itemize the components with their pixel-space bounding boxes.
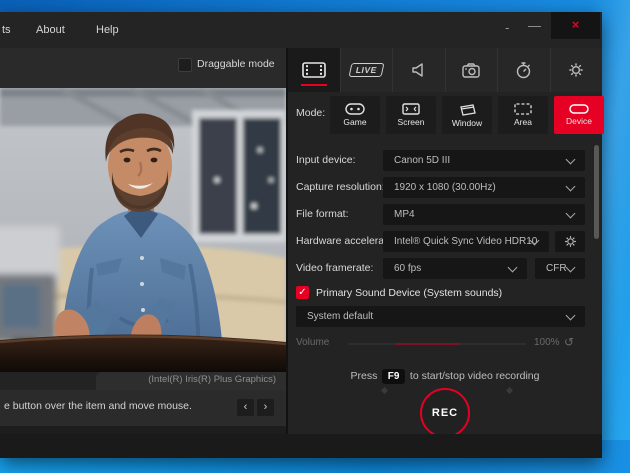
chevron-down-icon	[565, 262, 576, 273]
sound-device-select[interactable]: System default	[296, 306, 585, 327]
instruction-bar: e button over the item and move mouse. ‹…	[0, 390, 286, 426]
capture-resolution-value: 1920 x 1080 (30.00Hz)	[394, 182, 496, 193]
hint-press: Press	[350, 370, 378, 382]
close-icon[interactable]: ×	[551, 12, 600, 39]
volume-label: Volume	[296, 337, 330, 348]
mode-row: Mode: Game Screen Window Area Device	[288, 92, 604, 136]
tab-audio[interactable]	[393, 48, 446, 92]
window-footer	[0, 434, 602, 458]
tab-live[interactable]: LIVE	[341, 48, 393, 92]
tab-screenshot[interactable]	[446, 48, 498, 92]
input-device-value: Canon 5D III	[394, 155, 451, 166]
menu-item-help[interactable]: Help	[96, 12, 119, 48]
file-format-label: File format:	[296, 208, 349, 220]
volume-value: 100%	[534, 337, 560, 348]
volume-row: Volume 100% ↺	[296, 334, 585, 354]
preview-scene	[0, 88, 286, 372]
tab-timer[interactable]	[498, 48, 551, 92]
active-tab-underline	[301, 84, 327, 86]
gpu-info-tab: (Intel(R) Iris(R) Plus Graphics)	[96, 372, 286, 390]
rec-left-marker	[380, 386, 389, 395]
chevron-down-icon	[565, 310, 576, 321]
film-icon	[301, 62, 326, 78]
mode-screen-button[interactable]: Screen	[386, 96, 436, 134]
live-icon: LIVE	[348, 63, 385, 77]
draggable-mode-checkbox[interactable]	[178, 58, 192, 72]
input-device-select[interactable]: Canon 5D III	[383, 150, 585, 171]
file-format-value: MP4	[394, 209, 415, 220]
sound-device-value: System default	[307, 311, 374, 322]
app-window: ts About Help - — × Draggable mode (Inte…	[0, 12, 604, 458]
hint-rest: to start/stop video recording	[409, 370, 540, 382]
hardware-acceleration-settings-button[interactable]	[555, 231, 585, 252]
scrollbar-thumb[interactable]	[594, 145, 599, 239]
desktop: { "titlebar": { "menu_fragment": "ts", "…	[0, 0, 630, 473]
capture-resolution-select[interactable]: 1920 x 1080 (30.00Hz)	[383, 177, 585, 198]
mode-screen-label: Screen	[397, 117, 425, 127]
tray-minimize-icon[interactable]: -	[505, 20, 509, 35]
hardware-acceleration-value: Intel® Quick Sync Video HDR10	[394, 236, 538, 247]
screen-icon	[402, 103, 420, 115]
record-hint: Press F9 to start/stop video recording	[288, 366, 602, 384]
chevron-down-icon	[565, 208, 576, 219]
preview-panel: Draggable mode (Intel(R) Iris(R) Plus Gr…	[0, 48, 286, 458]
next-arrow-icon[interactable]: ›	[257, 399, 274, 416]
primary-sound-label: Primary Sound Device (System sounds)	[316, 287, 503, 299]
hardware-acceleration-select[interactable]: Intel® Quick Sync Video HDR10	[383, 231, 549, 252]
mode-area-label: Area	[514, 117, 532, 127]
prev-arrow-icon[interactable]: ‹	[237, 399, 254, 416]
mode-device-button[interactable]: Device	[554, 96, 604, 134]
input-device-label: Input device:	[296, 154, 356, 166]
stopwatch-icon	[517, 61, 531, 78]
draggable-mode-label: Draggable mode	[197, 58, 275, 70]
mode-label: Mode:	[296, 107, 326, 119]
file-format-select[interactable]: MP4	[383, 204, 585, 225]
capture-resolution-label: Capture resolution:	[296, 181, 385, 193]
main-toolbar: LIVE	[288, 48, 602, 92]
rec-button[interactable]: REC	[420, 388, 470, 438]
preview-header: Draggable mode	[0, 48, 286, 88]
video-preview[interactable]	[0, 88, 286, 372]
volume-slider[interactable]	[348, 343, 526, 345]
area-icon	[514, 103, 532, 115]
tab-video-recording[interactable]	[288, 48, 341, 92]
menu-item-fragment[interactable]: ts	[2, 12, 11, 48]
volume-slider-fill	[396, 343, 460, 345]
framerate-mode-value: CFR	[546, 263, 567, 274]
rec-right-marker	[505, 386, 514, 395]
hint-key-f9: F9	[381, 369, 406, 384]
instruction-text: e button over the item and move mouse.	[4, 400, 192, 412]
gear-icon	[569, 63, 583, 77]
primary-sound-checkbox[interactable]: ✓	[296, 286, 309, 299]
speaker-icon	[412, 63, 423, 77]
device-icon	[569, 104, 589, 114]
gear-icon	[564, 236, 576, 247]
video-framerate-select[interactable]: 60 fps	[383, 258, 527, 279]
gpu-info-bar: (Intel(R) Iris(R) Plus Graphics)	[0, 372, 286, 390]
menu-item-about[interactable]: About	[36, 12, 65, 48]
video-framerate-label: Video framerate:	[296, 262, 374, 274]
chevron-down-icon	[507, 262, 518, 273]
tab-settings[interactable]	[551, 48, 603, 92]
video-framerate-value: 60 fps	[394, 263, 422, 274]
mode-area-button[interactable]: Area	[498, 96, 548, 134]
camera-icon	[462, 62, 480, 78]
volume-reset-icon[interactable]: ↺	[564, 335, 574, 349]
mode-game-label: Game	[343, 117, 367, 127]
settings-panel: LIVE Mode: Game Screen Window Area Devic…	[288, 48, 604, 438]
minimize-icon[interactable]: —	[528, 18, 541, 33]
chevron-down-icon	[565, 154, 576, 165]
mode-device-label: Device	[566, 116, 592, 126]
mode-window-label: Window	[451, 117, 483, 128]
framerate-mode-select[interactable]: CFR	[535, 258, 585, 279]
titlebar[interactable]: ts About Help - — ×	[0, 12, 602, 48]
mode-window-button[interactable]: Window	[442, 96, 492, 134]
mode-game-button[interactable]: Game	[330, 96, 380, 134]
gpu-info-text: (Intel(R) Iris(R) Plus Graphics)	[148, 374, 276, 385]
window-icon	[460, 103, 476, 116]
chevron-down-icon	[565, 181, 576, 192]
gamepad-icon	[345, 103, 365, 115]
